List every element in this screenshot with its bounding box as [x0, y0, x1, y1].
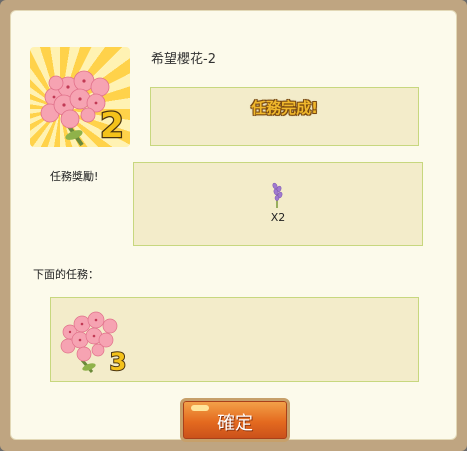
svg-text:3: 3 [110, 348, 127, 376]
next-quest-box: 3 [50, 297, 419, 382]
svg-text:2: 2 [100, 106, 124, 146]
quest-complete-text: 任務完成! [251, 99, 318, 117]
reward-box: X2 [133, 162, 423, 246]
confirm-button-label: 確定 [217, 413, 253, 434]
cherry-blossom-icon: 2 [40, 70, 125, 147]
reward-heading: 任務獎勵! [50, 170, 99, 183]
quest-status-box: 任務完成! [150, 87, 419, 146]
confirm-button[interactable]: 確定 [180, 398, 290, 442]
lavender-icon [272, 182, 283, 208]
next-quest-cherry-blossom-icon: 3 [60, 311, 127, 376]
next-quest-heading: 下面的任務： [33, 268, 99, 281]
reward-count: X2 [270, 211, 286, 224]
quest-icon-cherry-blossom: 2 [30, 47, 130, 147]
quest-title: 希望櫻花-2 [151, 52, 216, 67]
quest-complete-dialog: 2 希望櫻花-2 任務完成! 任務獎勵! X2 下面的任務： 3 確定 [0, 0, 467, 451]
